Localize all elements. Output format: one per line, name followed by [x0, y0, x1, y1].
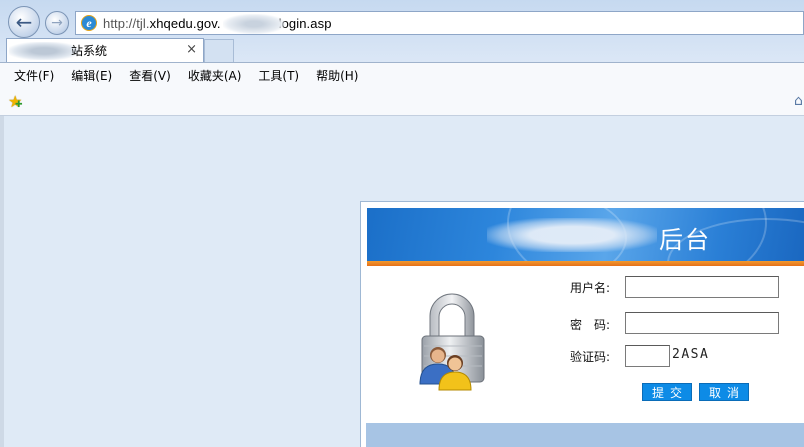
lock-users-icon [419, 293, 485, 391]
login-header-banner: 后台 [367, 208, 804, 261]
login-footer-bar [366, 423, 804, 447]
menu-help[interactable]: 帮助(H) [316, 67, 358, 84]
header-stripe [367, 261, 804, 266]
captcha-input[interactable] [625, 345, 670, 367]
menu-edit[interactable]: 编辑(E) [71, 67, 112, 84]
back-button[interactable]: ← [8, 6, 40, 38]
captcha-label: 验证码: [570, 350, 611, 364]
menu-favorites[interactable]: 收藏夹(A) [188, 67, 242, 84]
browser-chrome: ← → e http://tjl.xhqedu.gov. login.asp 站系… [0, 0, 804, 116]
redacted-region [223, 14, 285, 34]
password-input[interactable] [625, 312, 779, 334]
menu-tools[interactable]: 工具(T) [258, 67, 299, 84]
page-left-border [0, 116, 4, 447]
browser-tab[interactable]: 站系统 × [6, 38, 204, 62]
forward-arrow-icon: → [51, 15, 63, 31]
close-icon[interactable]: × [186, 42, 197, 57]
cancel-button[interactable]: 取消 [699, 383, 749, 401]
captcha-code[interactable]: 2ASA [672, 347, 709, 362]
new-tab-button[interactable] [204, 39, 234, 62]
menu-bar: 文件(F) 编辑(E) 查看(V) 收藏夹(A) 工具(T) 帮助(H) [0, 62, 804, 88]
password-label: 密 码: [570, 318, 611, 332]
add-favorite-icon: ✚ [15, 100, 23, 110]
submit-button[interactable]: 提交 [642, 383, 692, 401]
ie-icon: e [81, 15, 97, 31]
login-header-title: 后台 [659, 226, 711, 254]
menu-file[interactable]: 文件(F) [14, 67, 54, 84]
redacted-region [9, 41, 79, 60]
menu-view[interactable]: 查看(V) [129, 67, 171, 84]
back-arrow-icon: ← [15, 10, 33, 34]
address-bar[interactable]: e http://tjl.xhqedu.gov. login.asp [75, 11, 804, 35]
username-label: 用户名: [570, 281, 611, 295]
username-input[interactable] [625, 276, 779, 298]
favorites-bar: ★ ✚ ⌂ [0, 88, 804, 116]
home-icon[interactable]: ⌂ [794, 93, 803, 109]
redacted-region [487, 218, 657, 252]
tab-title: 站系统 [71, 44, 108, 58]
url-text[interactable]: http://tjl.xhqedu.gov. login.asp [103, 16, 332, 31]
forward-button[interactable]: → [45, 11, 69, 35]
